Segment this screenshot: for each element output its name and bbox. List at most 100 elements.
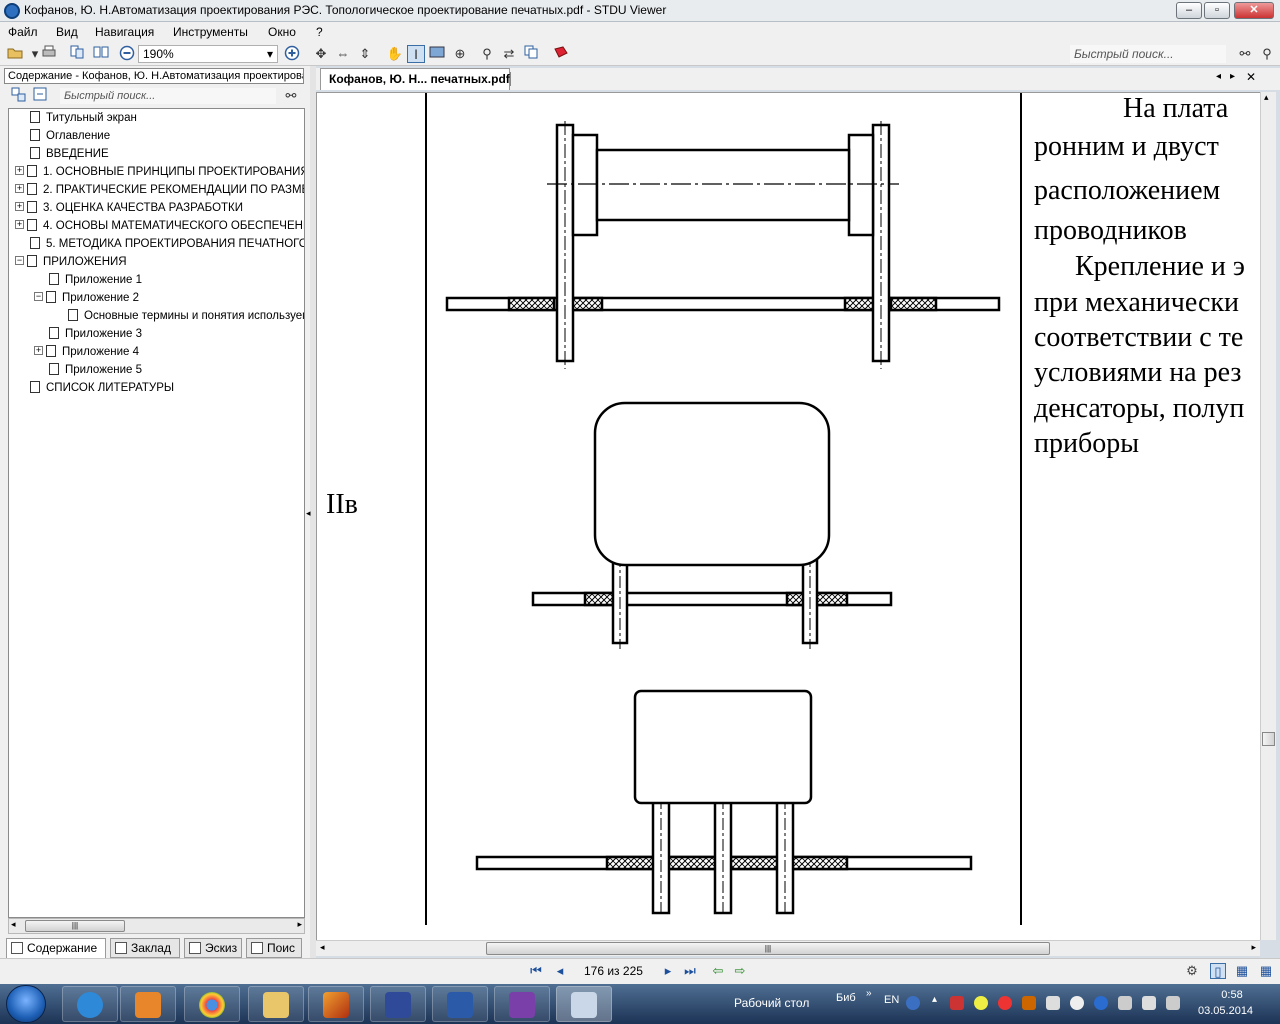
splitter-arrow-icon[interactable]: ◂ (306, 508, 311, 519)
snapshot-icon[interactable] (428, 45, 446, 63)
tab-search[interactable]: Поис (246, 938, 302, 958)
tree-item[interactable]: СПИСОК ЛИТЕРАТУРЫ (15, 379, 174, 397)
zoom-out-icon[interactable] (118, 45, 136, 63)
tree-item[interactable]: Приложение 5 (34, 361, 142, 379)
taskbar-chrome[interactable] (184, 986, 240, 1022)
tray-icon-1[interactable] (950, 996, 964, 1010)
tray-icon-5[interactable] (1046, 996, 1060, 1010)
expand-icon[interactable]: + (15, 166, 24, 176)
quick-search-input[interactable]: Быстрый поиск... (1070, 45, 1226, 63)
menu-navigation[interactable]: Навигация (95, 25, 154, 39)
tree-item[interactable]: Приложение 3 (34, 325, 142, 343)
tree-item[interactable]: +4. ОСНОВЫ МАТЕМАТИЧЕСКОГО ОБЕСПЕЧЕНИЯ (15, 217, 304, 235)
document-view[interactable]: IIв На плата ронним и двуст расположение… (316, 92, 1260, 940)
tab-bookmarks[interactable]: Заклад (110, 938, 180, 958)
tab-contents[interactable]: Содержание (6, 938, 106, 958)
fit-width-icon[interactable]: ⇔ (334, 45, 352, 63)
help-tray-icon[interactable] (906, 996, 920, 1010)
first-page-icon[interactable]: ⏮ (528, 963, 544, 979)
expand-icon[interactable]: + (15, 184, 24, 194)
horizontal-scroll-thumb[interactable]: ||| (486, 942, 1050, 955)
zoom-select[interactable]: 190% ▾ (138, 45, 278, 63)
tab-prev-icon[interactable]: ◂ (1216, 71, 1221, 82)
tree-item[interactable]: Основные термины и понятия используемые (53, 307, 304, 325)
tab-thumbnails[interactable]: Эскиз (184, 938, 242, 958)
swap-icon[interactable]: ⇄ (500, 45, 518, 63)
menu-file[interactable]: Файл (8, 25, 38, 39)
horizontal-scrollbar[interactable]: ◂ ||| ▸ (316, 940, 1260, 956)
hscroll-left-icon[interactable]: ◂ (320, 942, 325, 953)
close-button[interactable]: ✕ (1234, 2, 1274, 19)
volume-icon[interactable] (1142, 996, 1156, 1010)
taskbar-matlab[interactable] (308, 986, 364, 1022)
tray-expand-icon[interactable]: ▴ (932, 994, 937, 1005)
clock-time[interactable]: 0:58 (1212, 989, 1252, 1001)
desktop-toolbar-label[interactable]: Рабочий стол (734, 996, 809, 1010)
sidebar-horizontal-scrollbar[interactable]: ◂ ||| ▸ (8, 918, 305, 934)
expand-icon[interactable]: + (15, 220, 24, 230)
taskbar-browser[interactable] (62, 986, 118, 1022)
tray-icon-8[interactable] (1166, 996, 1180, 1010)
tree-item[interactable]: Титульный экран (15, 109, 137, 127)
magnifier-icon[interactable]: ⊕ (451, 45, 469, 63)
menu-help[interactable]: ? (316, 25, 323, 39)
sidebar-find-icon[interactable]: ⚯ (282, 87, 300, 105)
scroll-right-icon[interactable]: ▸ (297, 919, 302, 930)
expand-icon[interactable]: + (34, 346, 43, 356)
taskbar-onenote[interactable] (494, 986, 550, 1022)
tray-icon-7[interactable] (1094, 996, 1108, 1010)
single-page-view-icon[interactable]: ▯ (1210, 963, 1226, 979)
facing-view-icon[interactable]: ▦ (1258, 963, 1274, 979)
sidebar-search-input[interactable]: Быстрый поиск... (60, 88, 276, 104)
toolbar-expand-icon[interactable]: » (866, 988, 872, 999)
find-icon[interactable]: ⚲ (478, 45, 496, 63)
network-icon[interactable] (1118, 996, 1132, 1010)
menu-tools[interactable]: Инструменты (173, 25, 248, 39)
binoculars-icon[interactable]: ⚯ (1236, 45, 1254, 63)
expand-icon[interactable]: + (15, 202, 24, 212)
clock-date[interactable]: 03.05.2014 (1198, 1005, 1253, 1017)
vertical-scrollbar[interactable]: ▴ (1260, 92, 1276, 940)
collapse-icon[interactable]: − (15, 256, 24, 266)
tree-item[interactable]: ВВЕДЕНИЕ (15, 145, 109, 163)
prev-page-icon[interactable]: ◂ (552, 963, 568, 979)
forward-icon[interactable]: ⇨ (732, 963, 748, 979)
tree-item[interactable]: +1. ОСНОВНЫЕ ПРИНЦИПЫ ПРОЕКТИРОВАНИЯ (15, 163, 304, 181)
taskbar-stdu-viewer[interactable] (556, 986, 612, 1022)
tab-close-icon[interactable]: ✕ (1246, 70, 1256, 84)
fit-page-icon[interactable]: ✥ (312, 45, 330, 63)
tree-item[interactable]: − ПРИЛОЖЕНИЯ (15, 253, 127, 271)
menu-window[interactable]: Окно (268, 25, 296, 39)
scroll-up-icon[interactable]: ▴ (1264, 92, 1269, 103)
next-page-icon[interactable]: ▸ (660, 963, 676, 979)
bib-toolbar-label[interactable]: Биб (836, 992, 856, 1004)
taskbar-word[interactable] (432, 986, 488, 1022)
tree-item[interactable]: Оглавление (15, 127, 110, 145)
last-page-icon[interactable]: ⏭ (682, 963, 698, 979)
menu-view[interactable]: Вид (56, 25, 78, 39)
copy-icon[interactable] (522, 45, 540, 63)
hscroll-right-icon[interactable]: ▸ (1251, 942, 1256, 953)
tree-item[interactable]: − Приложение 2 (34, 289, 139, 307)
language-indicator[interactable]: EN (884, 994, 899, 1006)
taskbar-explorer[interactable] (248, 986, 304, 1022)
text-select-icon[interactable]: Ⅰ (407, 45, 425, 63)
tree-item[interactable]: +3. ОЦЕНКА КАЧЕСТВА РАЗРАБОТКИ (15, 199, 243, 217)
fit-height-icon[interactable]: ⇕ (356, 45, 374, 63)
taskbar-save[interactable] (370, 986, 426, 1022)
maximize-button[interactable]: ▫ (1204, 2, 1230, 19)
two-page-icon[interactable] (92, 45, 110, 63)
collapse-all-icon[interactable] (32, 87, 50, 105)
open-folder-icon[interactable] (6, 45, 24, 63)
minimize-button[interactable]: – (1176, 2, 1202, 19)
start-button[interactable] (6, 985, 46, 1023)
tree-item[interactable]: Приложение 1 (34, 271, 142, 289)
tray-icon-4[interactable] (1022, 996, 1036, 1010)
print-icon[interactable] (40, 45, 58, 63)
search-options-icon[interactable]: ⚲ (1258, 45, 1276, 63)
page-indicator[interactable]: 176 из 225 (584, 964, 643, 978)
tree-item[interactable]: + Приложение 4 (34, 343, 139, 361)
zoom-in-icon[interactable] (283, 45, 301, 63)
scroll-thumb[interactable]: ||| (25, 920, 125, 932)
tray-icon-6[interactable] (1070, 996, 1084, 1010)
